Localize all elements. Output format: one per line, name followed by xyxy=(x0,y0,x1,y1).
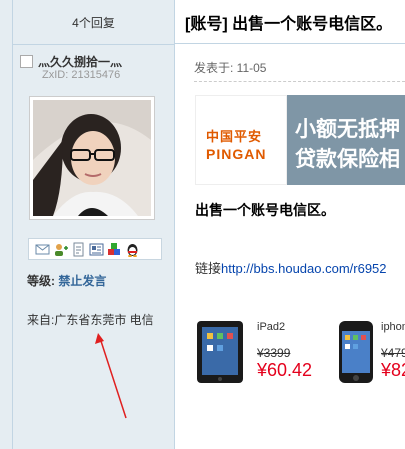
user-level: 等级: 禁止发言 xyxy=(27,272,106,289)
iphone-image xyxy=(339,321,373,383)
mail-icon[interactable] xyxy=(35,242,50,257)
product-card[interactable]: iphone ¥4799 ¥82 xyxy=(337,306,405,396)
level-label: 等级: xyxy=(27,274,55,288)
online-status-icon xyxy=(20,55,33,68)
ipad-image xyxy=(197,321,243,383)
sidebar-left-border xyxy=(12,0,13,449)
avatar[interactable] xyxy=(29,96,155,220)
post-body: 出售一个账号电信区。 xyxy=(195,202,335,218)
author-row: 灬久久捌拾一灬 xyxy=(20,53,122,70)
post-link-row: 链接http://bbs.houdao.com/r6952 xyxy=(195,258,387,277)
product-new-price: ¥82 xyxy=(381,360,405,380)
ad-logo: 中国平安 PINGAN xyxy=(195,95,287,185)
level-link[interactable]: 禁止发言 xyxy=(58,274,106,288)
post-link[interactable]: http://bbs.houdao.com/r6952 xyxy=(221,261,387,276)
ad-brand-cn: 中国平安 xyxy=(206,129,263,144)
link-label: 链接 xyxy=(195,261,222,276)
product-old-price: ¥3399 xyxy=(257,346,291,360)
author-name[interactable]: 灬久久捌拾一灬 xyxy=(38,53,122,70)
product-name: iphone xyxy=(381,321,405,333)
reply-count: 4个回复 xyxy=(13,0,174,45)
qq-penguin-icon[interactable] xyxy=(125,242,140,257)
add-friend-icon[interactable] xyxy=(53,242,68,257)
product-old-price: ¥4799 xyxy=(381,346,405,360)
post-separator xyxy=(194,81,405,83)
user-location: 来自:广东省东莞市 电信 xyxy=(27,313,154,327)
product-ads: iPad2 ¥3399 ¥60.42 iphone ¥4799 ¥82 xyxy=(195,306,405,396)
annotation-arrow xyxy=(95,333,127,419)
avatar-photo xyxy=(33,100,151,216)
blocks-icon[interactable] xyxy=(107,242,122,257)
post-time: 发表于: 11-05 xyxy=(194,61,267,75)
product-new-price: ¥60.42 xyxy=(257,360,313,380)
product-card[interactable]: iPad2 ¥3399 ¥60.42 xyxy=(195,306,330,396)
author-id: ZxID: 21315476 xyxy=(42,69,121,81)
post-area: [账号] 出售一个账号电信区。 发表于: 11-05 中国平安 PINGAN 小… xyxy=(175,0,405,449)
ad-slogan-line1: 小额无抵押 xyxy=(295,118,400,141)
thread-title[interactable]: [账号] 出售一个账号电信区。 xyxy=(175,0,405,44)
author-toolbar xyxy=(28,238,162,260)
profile-card-icon[interactable] xyxy=(89,242,104,257)
ad-banner[interactable]: 中国平安 PINGAN 小额无抵押 贷款保险相 xyxy=(195,95,405,185)
document-icon[interactable] xyxy=(71,242,86,257)
product-name: iPad2 xyxy=(257,321,286,333)
ad-brand-en: PINGAN xyxy=(206,146,267,162)
ad-slogan-line2: 贷款保险相 xyxy=(295,148,400,171)
ad-slogan-panel: 小额无抵押 贷款保险相 xyxy=(287,95,405,185)
